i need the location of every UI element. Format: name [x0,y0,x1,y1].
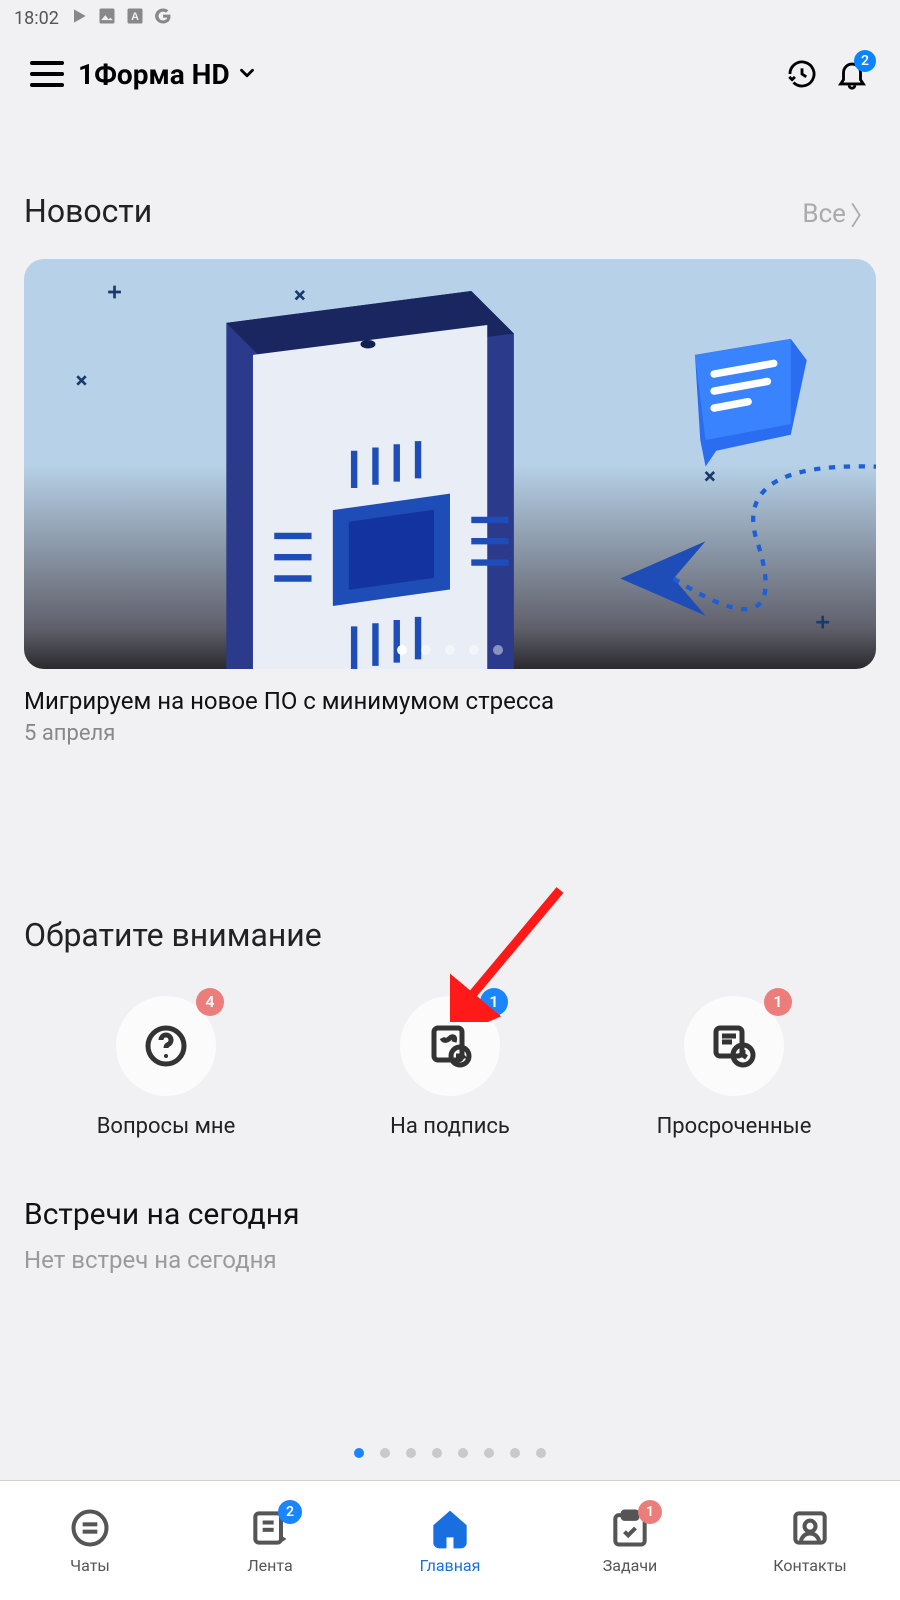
nav-chat[interactable]: Чаты [0,1481,180,1600]
news-date: 5 апреля [24,721,876,746]
carousel-dot[interactable] [421,645,431,655]
chevron-right-icon: 〉 [850,196,876,233]
attention-label: Вопросы мне [97,1114,236,1139]
nav-label: Главная [420,1556,481,1575]
bottom-nav: Чаты 2 Лента Главная 1 Задачи Контакты [0,1480,900,1600]
attention-item-sign[interactable]: 1 На подпись [340,996,560,1139]
attention-item-overdue[interactable]: 1 Просроченные [624,996,844,1139]
chat-icon [68,1506,112,1550]
carousel-dot[interactable] [469,645,479,655]
nav-label: Контакты [773,1556,846,1575]
play-icon [69,6,89,31]
page-dot[interactable] [354,1448,364,1458]
nav-home[interactable]: Главная [360,1481,540,1600]
meetings-empty-text: Нет встреч на сегодня [24,1246,876,1274]
page-dot[interactable] [432,1448,442,1458]
nav-label: Задачи [603,1556,658,1575]
carousel-dot[interactable] [445,645,455,655]
carousel-dot[interactable] [493,645,503,655]
question-icon: 4 [116,996,216,1096]
meetings-title: Встречи на сегодня [24,1197,876,1232]
app-bar: 1Форма HD 2 [0,36,900,112]
chevron-down-icon [236,58,258,91]
news-headline: Мигрируем на новое ПО с минимумом стресс… [24,687,876,715]
status-time: 18:02 [14,8,59,29]
page-dot[interactable] [484,1448,494,1458]
page-dot[interactable] [536,1448,546,1458]
bell-badge: 2 [854,50,876,72]
home-icon [428,1506,472,1550]
page-dot[interactable] [510,1448,520,1458]
overdue-icon: 1 [684,996,784,1096]
attention-item-question[interactable]: 4 Вопросы мне [56,996,276,1139]
notifications-bell-icon[interactable]: 2 [834,56,870,92]
feed-icon: 2 [248,1506,292,1550]
attention-badge: 1 [764,988,792,1016]
nav-tasks[interactable]: 1 Задачи [540,1481,720,1600]
page-dot[interactable] [406,1448,416,1458]
svg-text:A: A [131,11,139,23]
news-card[interactable] [24,259,876,669]
contacts-icon [788,1506,832,1550]
attention-label: На подпись [390,1114,510,1139]
carousel-dot[interactable] [397,645,407,655]
nav-label: Чаты [70,1556,110,1575]
letter-a-icon: A [125,6,145,31]
attention-badge: 4 [196,988,224,1016]
tasks-icon: 1 [608,1506,652,1550]
nav-contacts[interactable]: Контакты [720,1481,900,1600]
news-carousel-dots[interactable] [24,645,876,655]
page-indicator[interactable] [0,1448,900,1458]
history-icon[interactable] [784,56,820,92]
nav-badge: 1 [638,1500,662,1524]
menu-icon[interactable] [30,61,64,87]
nav-label: Лента [247,1556,292,1575]
attention-label: Просроченные [657,1114,812,1139]
news-all-link[interactable]: Все 〉 [802,196,876,233]
attention-section-title: Обратите внимание [24,916,322,954]
news-section-title: Новости [24,192,152,230]
nav-feed[interactable]: 2 Лента [180,1481,360,1600]
app-title-dropdown[interactable]: 1Форма HD [78,58,258,91]
page-dot[interactable] [380,1448,390,1458]
image-icon [97,6,117,31]
google-g-icon [153,6,173,31]
page-dot[interactable] [458,1448,468,1458]
nav-badge: 2 [278,1500,302,1524]
attention-badge: 1 [480,988,508,1016]
app-title-text: 1Форма HD [78,58,230,91]
news-illustration [24,259,876,669]
android-status-bar: 18:02 A [0,0,900,36]
sign-icon: 1 [400,996,500,1096]
